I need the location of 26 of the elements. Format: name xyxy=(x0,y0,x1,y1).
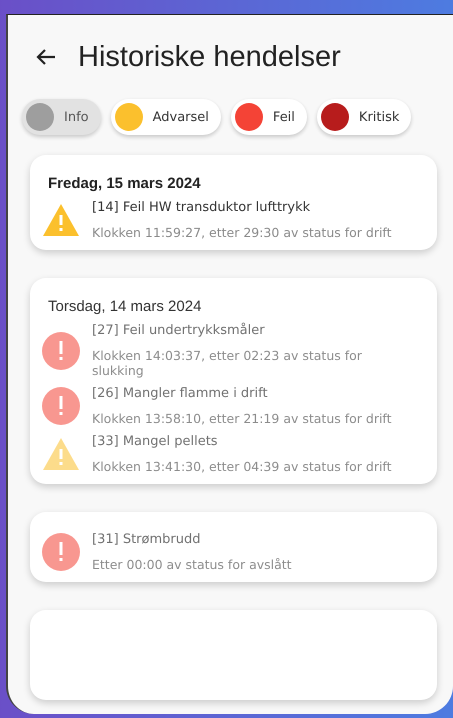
event-card[interactable] xyxy=(30,278,437,484)
event-detail: Klokken 11:59:27, etter 29:30 av status for drift xyxy=(92,225,392,240)
error-icon xyxy=(42,533,80,571)
event-card[interactable]: [31] Strømbrudd Etter 00:00 av status for avslått xyxy=(30,512,437,582)
event-title: [26] Mangler flamme i drift xyxy=(92,386,269,401)
date-heading: Fredag, 15 mars 2024 xyxy=(48,175,202,192)
error-icon xyxy=(42,332,80,370)
event-title: [33] Mangel pellets xyxy=(92,434,219,449)
filter-chip[interactable]: Info xyxy=(22,99,101,135)
page-title: Historiske hendelser xyxy=(78,40,341,74)
filter-chip[interactable]: Feil xyxy=(230,99,307,135)
event-title: [14] Feil HW transduktor lufttrykk xyxy=(92,200,312,215)
event-detail: Klokken 14:03:37, etter 02:23 av status for slukking xyxy=(92,348,363,378)
event-detail: Klokken 13:58:10, etter 21:19 av status for drift xyxy=(92,411,392,426)
event-title: [27] Feil undertrykksmåler xyxy=(92,323,266,338)
warning-icon xyxy=(42,203,80,237)
error-icon xyxy=(42,387,80,425)
filter-chip[interactable]: Kritisk xyxy=(316,99,412,135)
event-card[interactable]: Fredag, 15 mars 2024 [14] Feil HW transduktor lufttrykk Klokken 11:59:27, etter 29:30 av status for drift xyxy=(30,155,437,250)
warning-icon xyxy=(42,437,80,471)
filter-chip[interactable]: Advarsel xyxy=(110,99,221,135)
event-detail: Etter 00:00 av status for avslått xyxy=(92,557,292,572)
back-arrow-icon[interactable] xyxy=(36,48,56,66)
event-title: [31] Strømbrudd xyxy=(92,532,202,547)
date-heading: Torsdag, 14 mars 2024 xyxy=(48,298,202,315)
event-detail: Klokken 13:41:30, etter 04:39 av status for drift xyxy=(92,459,392,474)
